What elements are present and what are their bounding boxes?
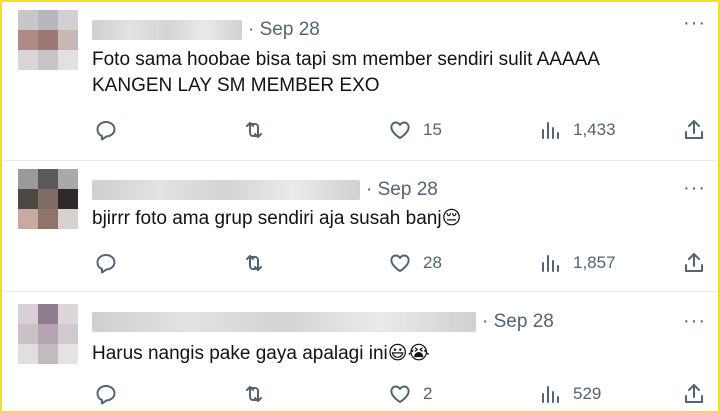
like-button[interactable]: 15: [388, 115, 442, 145]
tweet-date[interactable]: · Sep 28: [366, 179, 438, 201]
share-button[interactable]: [682, 248, 706, 278]
blurred-username[interactable]: [92, 180, 360, 200]
reply-icon: [96, 121, 116, 141]
reply-button[interactable]: [94, 379, 118, 409]
tweet-text-line: Harus nangis pake gaya apalagi ini😃😭: [92, 340, 688, 367]
heart-icon: [390, 254, 410, 272]
avatar[interactable]: [18, 169, 78, 229]
share-icon: [685, 253, 703, 272]
retweet-icon: [246, 386, 262, 402]
tweet-actions: 15 1,433: [92, 115, 706, 145]
retweet-button[interactable]: [242, 115, 266, 145]
share-button[interactable]: [682, 115, 706, 145]
views-button[interactable]: 1,857: [538, 248, 616, 278]
like-count: 2: [423, 384, 433, 403]
tweet-actions: 2 529: [92, 379, 706, 409]
views-chart-icon: [542, 122, 559, 139]
reply-tweet[interactable]: · Sep 28 ··· bjirrr foto ama grup sendir…: [2, 160, 718, 291]
tweet-text: Harus nangis pake gaya apalagi ini😃😭: [92, 340, 688, 367]
tweet-text-line: Foto sama hoobae bisa tapi sm member sen…: [92, 49, 600, 70]
share-icon: [685, 120, 703, 139]
reply-button[interactable]: [94, 115, 118, 145]
share-button[interactable]: [682, 379, 706, 409]
view-count: 1,433: [573, 120, 616, 139]
heart-icon: [390, 385, 410, 403]
like-button[interactable]: 28: [388, 248, 442, 278]
heart-icon: [390, 121, 410, 139]
reply-tweet[interactable]: · Sep 28 ··· Foto sama hoobae bisa tapi …: [2, 2, 718, 160]
retweet-button[interactable]: [242, 248, 266, 278]
like-button[interactable]: 2: [388, 379, 432, 409]
tweet-header: · Sep 28: [92, 310, 554, 334]
more-options-icon[interactable]: ···: [683, 311, 706, 331]
reply-button[interactable]: [94, 248, 118, 278]
tweet-text-line: KANGEN LAY SM MEMBER EXO: [92, 75, 380, 96]
more-options-icon[interactable]: ···: [683, 178, 706, 198]
reply-tweet[interactable]: · Sep 28 ··· Harus nangis pake gaya apal…: [2, 291, 718, 411]
views-chart-icon: [542, 386, 559, 403]
tweet-header: · Sep 28: [92, 18, 320, 42]
blurred-username[interactable]: [92, 20, 242, 40]
retweet-icon: [246, 255, 262, 271]
retweet-icon: [246, 122, 262, 138]
reply-thread: · Sep 28 ··· Foto sama hoobae bisa tapi …: [0, 0, 720, 413]
more-options-icon[interactable]: ···: [683, 13, 706, 33]
avatar[interactable]: [18, 304, 78, 364]
reply-icon: [96, 385, 116, 405]
view-count: 1,857: [573, 253, 616, 272]
tweet-text-content: bjirrr foto ama grup sendiri aja susah b…: [92, 208, 442, 229]
avatar[interactable]: [18, 10, 78, 70]
tweet-date[interactable]: · Sep 28: [248, 19, 320, 41]
tweet-text: Foto sama hoobae bisa tapi sm member sen…: [92, 47, 688, 99]
tweet-date[interactable]: · Sep 28: [482, 311, 554, 333]
like-count: 28: [423, 253, 442, 272]
tweet-text: bjirrr foto ama grup sendiri aja susah b…: [92, 205, 688, 232]
views-button[interactable]: 529: [538, 379, 601, 409]
tweet-header: · Sep 28: [92, 178, 438, 202]
views-chart-icon: [542, 255, 559, 272]
emoji: 😔: [441, 207, 462, 229]
tweet-text-line: bjirrr foto ama grup sendiri aja susah b…: [92, 205, 688, 232]
like-count: 15: [423, 120, 442, 139]
blurred-username[interactable]: [92, 312, 476, 332]
emoji: 😃😭: [387, 342, 430, 364]
view-count: 529: [573, 384, 602, 403]
tweet-actions: 28 1,857: [92, 248, 706, 278]
share-icon: [685, 384, 703, 403]
views-button[interactable]: 1,433: [538, 115, 616, 145]
retweet-button[interactable]: [242, 379, 266, 409]
reply-icon: [96, 254, 116, 274]
tweet-text-content: Harus nangis pake gaya apalagi ini: [92, 343, 388, 364]
